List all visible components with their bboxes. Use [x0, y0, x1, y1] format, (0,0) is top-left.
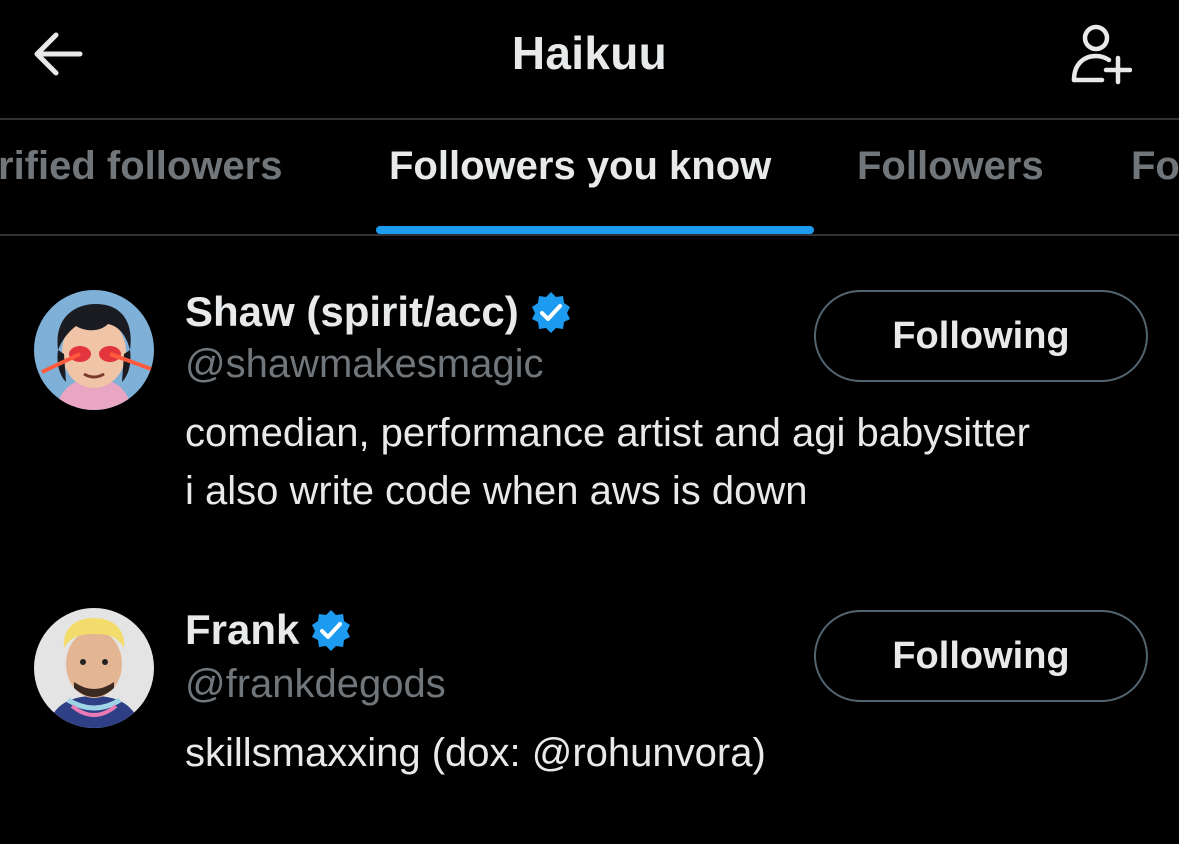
page-title: Haikuu [511, 27, 668, 79]
active-tab-indicator [376, 226, 814, 234]
bio-line: comedian, performance artist and agi bab… [185, 411, 1030, 455]
tab-followers[interactable]: Followers [857, 144, 1044, 189]
user-cell[interactable]: Shaw (spirit/acc) @shawmakesmagic Follow… [0, 270, 1179, 560]
avatar[interactable] [34, 608, 154, 728]
add-user-icon [1071, 24, 1133, 85]
bio-line: i also write code when aws is down [185, 469, 808, 513]
verified-badge-icon [529, 290, 573, 334]
avatar-image [34, 608, 154, 728]
name-line: Frank [185, 606, 353, 654]
display-name[interactable]: Shaw (spirit/acc) [185, 288, 519, 336]
user-bio: skillsmaxxing (dox: @rohunvora) [185, 724, 766, 782]
user-handle: @shawmakesmagic [185, 342, 544, 386]
add-user-button[interactable] [1066, 22, 1133, 86]
user-handle: @frankdegods [185, 662, 446, 706]
user-bio: comedian, performance artist and agi bab… [185, 404, 1030, 520]
tab-following[interactable]: Fo [1131, 144, 1179, 189]
bio-line: skillsmaxxing (dox: @rohunvora) [185, 731, 766, 775]
tab-verified-followers[interactable]: rified followers [0, 144, 283, 189]
followers-you-know-screen: Haikuu rified followers Followers you kn… [0, 0, 1179, 844]
avatar-image [34, 290, 154, 410]
following-button[interactable]: Following [814, 290, 1148, 382]
following-button[interactable]: Following [814, 610, 1148, 702]
verified-badge-icon [309, 608, 353, 652]
tab-followers-you-know[interactable]: Followers you know [389, 144, 771, 189]
top-bar: Haikuu [0, 0, 1179, 118]
tab-bar: rified followers Followers you know Foll… [0, 120, 1179, 234]
user-cell[interactable]: Frank @frankdegods Following skillsmaxxi… [0, 590, 1179, 810]
display-name[interactable]: Frank [185, 606, 299, 654]
tabs-divider [0, 234, 1179, 236]
name-line: Shaw (spirit/acc) [185, 288, 573, 336]
avatar[interactable] [34, 290, 154, 410]
